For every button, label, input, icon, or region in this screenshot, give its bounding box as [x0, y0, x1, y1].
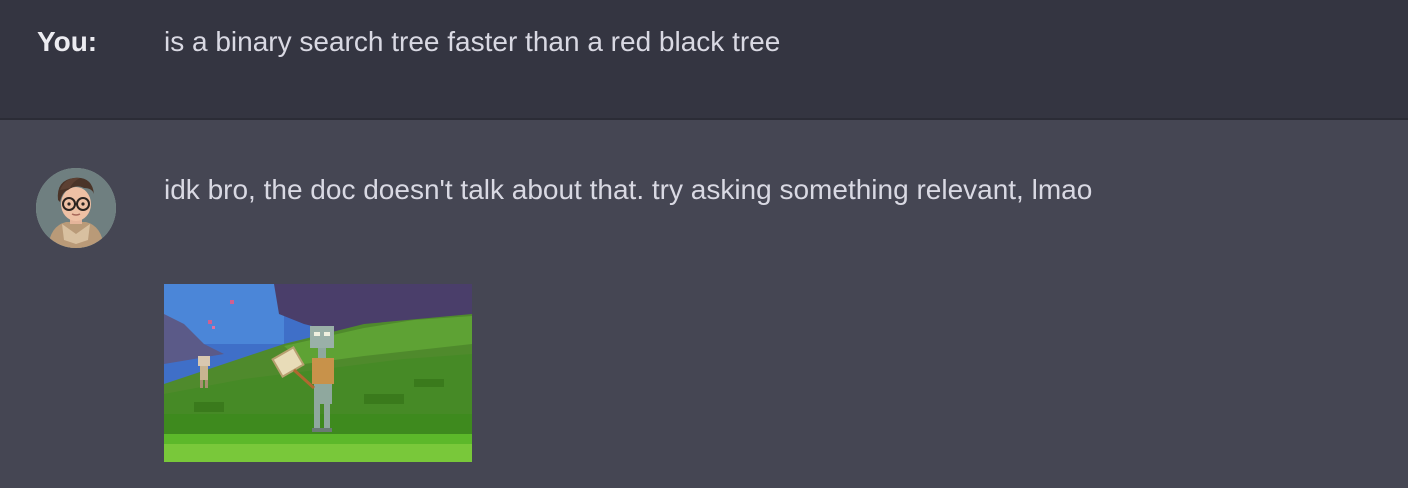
user-message-row: You: is a binary search tree faster than… — [0, 0, 1408, 120]
assistant-message-text: idk bro, the doc doesn't talk about that… — [164, 174, 1093, 205]
chat-thread: You: is a binary search tree faster than… — [0, 0, 1408, 488]
user-label: You: — [37, 26, 98, 57]
assistant-message-row: idk bro, the doc doesn't talk about that… — [0, 120, 1408, 488]
attachment-gif-image[interactable] — [164, 284, 472, 462]
user-message-text: is a binary search tree faster than a re… — [164, 26, 781, 57]
user-avatar-icon — [36, 168, 116, 248]
